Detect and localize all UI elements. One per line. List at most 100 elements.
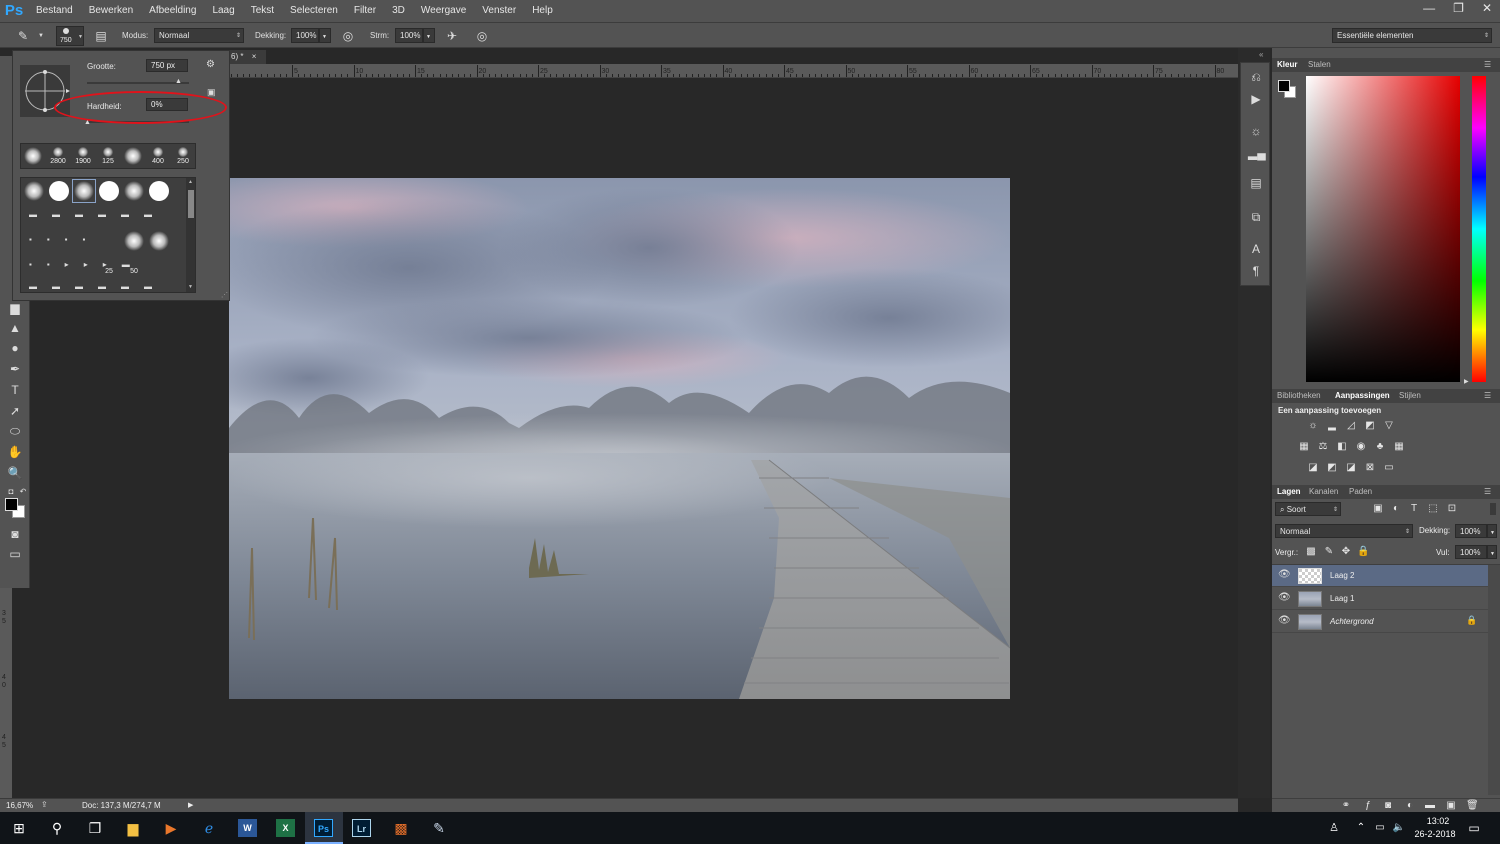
black-white-icon[interactable]: ◧ (1336, 441, 1348, 453)
brush-tip[interactable] (99, 181, 119, 201)
lock-position-icon[interactable]: ✥ (1340, 546, 1352, 558)
close-button[interactable]: ✕ (1482, 0, 1492, 16)
pen-tool-icon[interactable]: ✒ (7, 361, 23, 377)
lock-all-icon[interactable]: 🔒 (1357, 546, 1369, 558)
zoom-level[interactable]: 16,67% (6, 801, 33, 810)
brush-tip[interactable] (24, 147, 42, 165)
hand-tool-icon[interactable]: ✋ (7, 444, 23, 460)
brush-tip[interactable] (149, 231, 169, 251)
type-filter-icon[interactable]: T (1408, 503, 1420, 515)
menu-afbeelding[interactable]: Afbeelding (141, 0, 204, 22)
document-tab[interactable]: 6) * × (228, 50, 266, 64)
visibility-eye-icon[interactable]: 👁 (1278, 569, 1291, 580)
internet-explorer-icon[interactable]: ℯ (198, 818, 220, 838)
type-tool-icon[interactable]: T (7, 382, 23, 398)
brush-tip[interactable] (124, 231, 144, 251)
tab-lagen[interactable]: Lagen (1277, 487, 1301, 496)
chevron-down-icon[interactable]: ▼ (34, 29, 48, 43)
opacity-dropdown[interactable]: ▼ (319, 28, 331, 43)
hue-slider-thumb[interactable]: ▶ (1464, 378, 1469, 385)
size-slider[interactable] (87, 82, 189, 84)
panel-menu-icon[interactable]: ☰ (1484, 391, 1491, 400)
tab-paden[interactable]: Paden (1349, 487, 1372, 496)
brush-tip[interactable] (78, 147, 88, 157)
fill-input[interactable]: 100% (1455, 545, 1487, 559)
clock-time[interactable]: 13:02 (1418, 816, 1458, 826)
brush-tip[interactable] (153, 147, 163, 157)
foreground-color-swatch[interactable] (5, 498, 18, 511)
shape-filter-icon[interactable]: ⬚ (1427, 503, 1439, 515)
brush-tip-selected[interactable] (74, 181, 94, 201)
brush-tip[interactable] (124, 147, 142, 165)
gear-icon[interactable]: ⚙ (206, 59, 215, 70)
size-input[interactable]: 750 px (146, 59, 188, 72)
layer-style-icon[interactable]: ƒ (1362, 800, 1374, 812)
workspace-select[interactable]: Essentiële elementen ⇕ (1332, 28, 1492, 43)
new-layer-icon[interactable]: ▣ (1445, 800, 1457, 812)
tab-aanpassingen[interactable]: Aanpassingen (1335, 391, 1390, 400)
channel-mixer-icon[interactable]: ♣ (1374, 441, 1386, 453)
blur-tool-icon[interactable]: ▲ (7, 320, 23, 336)
menu-tekst[interactable]: Tekst (243, 0, 282, 22)
add-mask-icon[interactable]: ◙ (1382, 800, 1394, 812)
brush-tip[interactable] (124, 181, 144, 201)
menu-laag[interactable]: Laag (204, 0, 242, 22)
levels-icon[interactable]: ▂ (1326, 420, 1338, 432)
opacity-input[interactable]: 100% (291, 28, 319, 43)
restore-button[interactable]: ❐ (1453, 0, 1464, 16)
task-view-icon[interactable]: ❐ (84, 818, 106, 838)
flow-input[interactable]: 100% (395, 28, 423, 43)
menu-filter[interactable]: Filter (346, 0, 384, 22)
mode-select[interactable]: Normaal ⇕ (154, 28, 244, 43)
quick-mask-icon[interactable]: ◙ (7, 526, 23, 542)
menu-weergave[interactable]: Weergave (413, 0, 474, 22)
gradient-tool-icon[interactable]: ▆ (7, 300, 23, 316)
hue-saturation-icon[interactable]: ▦ (1298, 441, 1310, 453)
panel-menu-icon[interactable]: ☰ (1484, 60, 1491, 69)
ellipse-tool-icon[interactable]: ⬭ (7, 423, 23, 439)
paragraph-icon[interactable]: ¶ (1248, 263, 1264, 279)
fill-dropdown[interactable]: ▼ (1487, 545, 1497, 559)
collapse-arrows-icon[interactable]: « (1259, 50, 1263, 59)
layer-opacity-dropdown[interactable]: ▼ (1487, 524, 1497, 538)
vertical-ruler[interactable]: 3 5 4 0 4 5 (0, 588, 12, 798)
scroll-thumb[interactable] (188, 190, 194, 218)
word-app[interactable]: W (229, 812, 267, 844)
zoom-tool-icon[interactable]: 🔍 (7, 465, 23, 481)
histogram-icon[interactable]: ▂▄ (1248, 145, 1266, 161)
tab-kleur[interactable]: Kleur (1277, 60, 1297, 69)
tab-stijlen[interactable]: Stijlen (1399, 391, 1421, 400)
invert-icon[interactable]: ◪ (1307, 462, 1319, 474)
pixel-filter-icon[interactable]: ▣ (1372, 503, 1384, 515)
lock-transparency-icon[interactable]: ▩ (1305, 546, 1317, 558)
menu-venster[interactable]: Venster (474, 0, 524, 22)
scroll-down-icon[interactable]: ▼ (188, 284, 193, 290)
trash-icon[interactable]: 🗑 (1466, 800, 1479, 812)
actions-play-icon[interactable]: ▶ (1248, 91, 1264, 107)
brightness-icon[interactable]: ☼ (1307, 420, 1319, 432)
menu-bewerken[interactable]: Bewerken (81, 0, 141, 22)
clone-source-icon[interactable]: ⧉ (1248, 209, 1264, 225)
share-icon[interactable]: ⇪ (41, 800, 48, 809)
tab-stalen[interactable]: Stalen (1308, 60, 1331, 69)
new-group-icon[interactable]: ▬ (1424, 800, 1436, 812)
adjustment-filter-icon[interactable]: ◐ (1390, 503, 1402, 515)
character-icon[interactable]: A (1248, 241, 1264, 257)
curves-icon[interactable]: ◿ (1345, 420, 1357, 432)
brush-tip[interactable] (49, 181, 69, 201)
menu-selecteren[interactable]: Selecteren (282, 0, 346, 22)
document-photo[interactable] (229, 178, 1010, 699)
path-selection-tool-icon[interactable]: ➚ (7, 403, 23, 419)
flow-dropdown[interactable]: ▼ (423, 28, 435, 43)
brush-tool-icon[interactable]: ✎ (16, 29, 30, 43)
special-brushes-row[interactable]: ▪▪▪▪ (29, 235, 100, 244)
adjustments-icon[interactable]: ☼ (1248, 123, 1264, 139)
layer-opacity-input[interactable]: 100% (1455, 524, 1487, 538)
smart-object-filter-icon[interactable]: ⊡ (1446, 503, 1458, 515)
resize-grip-icon[interactable]: ⋰ (221, 291, 228, 299)
close-tab-icon[interactable]: × (252, 52, 257, 61)
menu-3d[interactable]: 3D (384, 0, 413, 22)
photoshop-app[interactable]: Ps (305, 812, 343, 844)
new-adjustment-icon[interactable]: ◐ (1404, 800, 1416, 812)
paint-app-icon[interactable]: ✎ (428, 818, 450, 838)
